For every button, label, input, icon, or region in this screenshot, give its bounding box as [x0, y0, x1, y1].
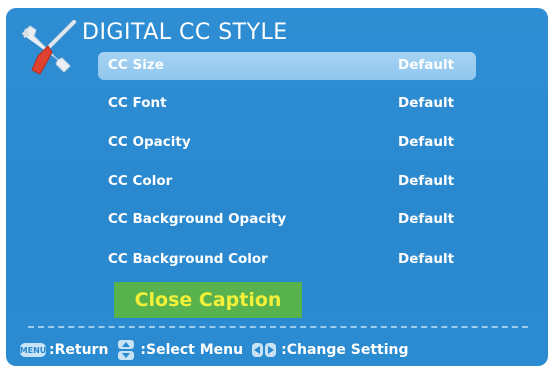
menu-item-cc-background-opacity[interactable]: CC Background Opacity Default — [98, 206, 476, 234]
menu-item-label: CC Background Color — [108, 251, 268, 267]
footer-hints: MENU :Return :Select Menu :Change Settin… — [20, 338, 417, 362]
up-down-key-icon — [118, 340, 135, 360]
menu-item-cc-opacity[interactable]: CC Opacity Default — [98, 129, 476, 157]
osd-screen: DIGITAL CC STYLE CC Size Default CC Font… — [6, 8, 548, 366]
menu-item-label: CC Size — [108, 57, 164, 73]
menu-item-value: Default — [398, 173, 455, 189]
menu-item-cc-font[interactable]: CC Font Default — [98, 90, 476, 118]
menu-item-value: Default — [398, 95, 455, 111]
menu-item-value: Default — [398, 57, 455, 73]
menu-item-cc-color[interactable]: CC Color Default — [98, 168, 476, 196]
menu-item-label: CC Color — [108, 173, 173, 189]
divider — [28, 326, 528, 328]
menu-item-label: CC Font — [108, 95, 167, 111]
menu-item-label: CC Opacity — [108, 134, 191, 150]
menu-item-cc-background-color[interactable]: CC Background Color Default — [98, 246, 476, 274]
menu-item-cc-size[interactable]: CC Size Default — [98, 52, 476, 80]
select-menu-hint: :Select Menu — [140, 342, 244, 358]
menu-item-value: Default — [398, 134, 455, 150]
return-hint: :Return — [49, 342, 109, 358]
menu-item-value: Default — [398, 251, 455, 267]
left-right-key-icon — [252, 343, 277, 357]
menu-item-label: CC Background Opacity — [108, 211, 287, 227]
menu-key-icon: MENU — [20, 343, 46, 357]
page-title: DIGITAL CC STYLE — [82, 20, 288, 45]
menu-item-value: Default — [398, 211, 455, 227]
change-setting-hint: :Change Setting — [281, 342, 409, 358]
tools-icon — [21, 20, 76, 75]
close-caption-button[interactable]: Close Caption — [114, 282, 302, 318]
